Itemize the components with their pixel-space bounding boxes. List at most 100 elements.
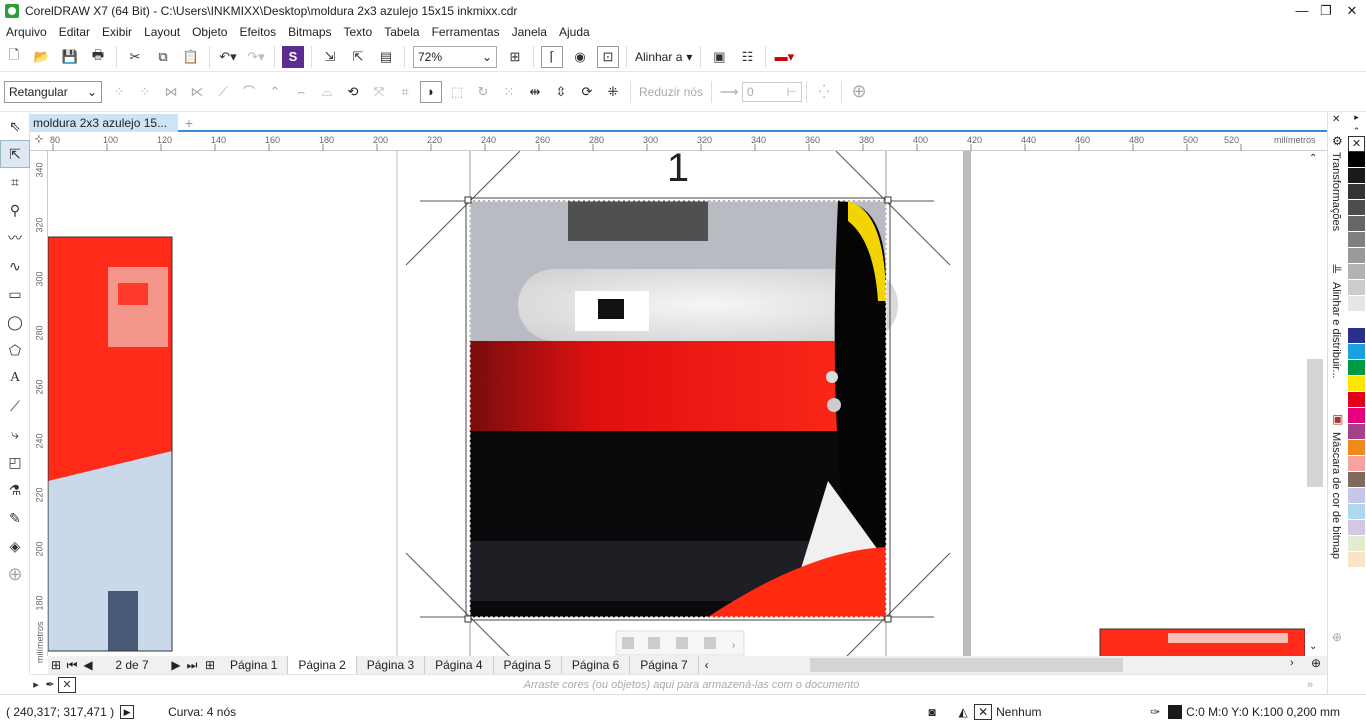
reverse-direction-icon[interactable]: ⟲ bbox=[342, 81, 364, 103]
rectangle-tool-icon[interactable]: ▭ bbox=[0, 280, 30, 308]
copy-icon[interactable]: ⧉ bbox=[152, 46, 174, 68]
page-tab-7[interactable]: Página 7 bbox=[630, 656, 699, 674]
palette-swatch[interactable] bbox=[1348, 376, 1365, 392]
menu-janela[interactable]: Janela bbox=[506, 22, 553, 42]
close-docker-icon[interactable]: ✕ bbox=[1332, 114, 1340, 125]
menu-bitmaps[interactable]: Bitmaps bbox=[282, 22, 337, 42]
navigator-zoom-icon[interactable]: ⊕ bbox=[1305, 656, 1327, 674]
break-curve-icon[interactable]: ⋉ bbox=[186, 81, 208, 103]
symmetrical-node-icon[interactable]: ⌓ bbox=[316, 81, 338, 103]
pick-tool-icon[interactable]: ⇖ bbox=[0, 112, 30, 140]
view-icon[interactable]: ◉ bbox=[569, 46, 591, 68]
extend-curve-icon[interactable]: ⤧ bbox=[368, 81, 390, 103]
palette-swatch[interactable] bbox=[1348, 248, 1365, 264]
first-page-icon[interactable]: ⏮ bbox=[64, 658, 80, 673]
snap-to-dropdown[interactable]: Alinhar a ▾ bbox=[631, 50, 696, 64]
vertical-scroll-thumb[interactable] bbox=[1307, 359, 1323, 487]
palette-swatch[interactable] bbox=[1348, 536, 1365, 552]
palette-swatch[interactable] bbox=[1348, 200, 1365, 216]
welcome-screen-icon[interactable]: ▣ bbox=[708, 46, 730, 68]
palette-swatch[interactable] bbox=[1348, 280, 1365, 296]
palette-swatch[interactable] bbox=[1348, 504, 1365, 520]
page-tab-6[interactable]: Página 6 bbox=[562, 656, 631, 674]
transparency-tool-icon[interactable]: ⚗ bbox=[0, 476, 30, 504]
menu-layout[interactable]: Layout bbox=[138, 22, 186, 42]
palette-swatch[interactable] bbox=[1348, 552, 1365, 568]
to-curve-icon[interactable]: ⌒ bbox=[238, 81, 260, 103]
zoom-level-select[interactable]: 72% ⌄ bbox=[413, 45, 497, 68]
new-document-icon[interactable]: 🗋 bbox=[3, 46, 25, 68]
horizontal-scroll-thumb[interactable] bbox=[810, 658, 1123, 672]
add-tool-icon[interactable]: ⊕ bbox=[0, 560, 30, 588]
page-tab-4[interactable]: Página 4 bbox=[425, 656, 494, 674]
artistic-media-icon[interactable]: ∿ bbox=[0, 252, 30, 280]
interactive-fill-icon[interactable]: ◈ bbox=[0, 532, 30, 560]
drawing-canvas[interactable]: 1 › bbox=[48, 151, 1305, 656]
mirror-vertical-icon[interactable]: ⇳ bbox=[550, 81, 572, 103]
cusp-node-icon[interactable]: ⌃ bbox=[264, 81, 286, 103]
select-all-nodes-icon[interactable]: ⁜ bbox=[602, 81, 624, 103]
to-line-icon[interactable]: ⟋ bbox=[212, 81, 234, 103]
docker-tab-bitmap-color-mask[interactable]: Máscara de cor de bitmap bbox=[1330, 432, 1342, 559]
ruler-origin-icon[interactable]: ⊹ bbox=[30, 134, 48, 151]
page-counter[interactable]: 2 de 7 bbox=[96, 658, 168, 672]
save-icon[interactable]: 💾 bbox=[59, 46, 81, 68]
palette-swatch[interactable] bbox=[1348, 488, 1365, 504]
redo-icon[interactable]: ↷▾ bbox=[245, 46, 267, 68]
reduce-nodes-button[interactable]: Reduzir nós bbox=[635, 85, 707, 99]
palette-swatch[interactable] bbox=[1348, 440, 1365, 456]
snap-to-icon[interactable]: ⊡ bbox=[597, 45, 619, 68]
palette-swatch[interactable] bbox=[1348, 472, 1365, 488]
next-page-icon[interactable]: ▶ bbox=[168, 658, 184, 672]
stretch-nodes-icon[interactable]: ⬚ bbox=[446, 81, 468, 103]
palette-swatch[interactable] bbox=[1348, 232, 1365, 248]
extract-subpath-icon[interactable]: ⌗ bbox=[394, 81, 416, 103]
page-tab-1[interactable]: Página 1 bbox=[220, 656, 289, 674]
docker-tab-transformations[interactable]: Transformações bbox=[1330, 152, 1342, 231]
document-color-tray[interactable]: ▸ ✒ ✕ Arraste cores (ou objetos) aqui pa… bbox=[30, 674, 1327, 694]
menu-editar[interactable]: Editar bbox=[53, 22, 96, 42]
insert-page-before-icon[interactable]: ⊞ bbox=[48, 658, 64, 672]
select-nodes-icon[interactable]: ⁛ bbox=[813, 81, 835, 103]
palette-swatch[interactable] bbox=[1348, 344, 1365, 360]
scroll-up-icon[interactable]: ⌃ bbox=[1309, 153, 1317, 164]
eyedropper-icon[interactable]: ✒ bbox=[42, 678, 58, 691]
open-folder-icon[interactable]: 📂 bbox=[31, 46, 53, 68]
palette-swatch[interactable] bbox=[1348, 264, 1365, 280]
publish-pdf-icon[interactable]: ▤ bbox=[375, 46, 397, 68]
palette-swatch[interactable] bbox=[1348, 296, 1365, 312]
drop-shadow-icon[interactable]: ◰ bbox=[0, 448, 30, 476]
palette-swatch[interactable] bbox=[1348, 184, 1365, 200]
palette-swatch[interactable] bbox=[1348, 328, 1365, 344]
menu-efeitos[interactable]: Efeitos bbox=[233, 22, 282, 42]
zoom-full-page-icon[interactable]: ⊞ bbox=[504, 46, 526, 68]
scroll-right-icon[interactable]: › bbox=[1290, 657, 1294, 669]
palette-swatch[interactable] bbox=[1348, 216, 1365, 232]
vertical-scrollbar[interactable]: ⌃ ⌄ bbox=[1305, 151, 1327, 656]
selection-mode-select[interactable]: Retangular ⌄ bbox=[4, 80, 102, 103]
page-tab-5[interactable]: Página 5 bbox=[494, 656, 562, 674]
paste-icon[interactable]: 📋 bbox=[180, 46, 202, 68]
scroll-down-icon[interactable]: ⌄ bbox=[1309, 641, 1317, 652]
color-proof-icon[interactable]: ◙ bbox=[922, 705, 942, 719]
new-tab-icon[interactable]: + bbox=[180, 114, 198, 132]
connector-tool-icon[interactable]: ⤷ bbox=[0, 420, 30, 448]
menu-objeto[interactable]: Objeto bbox=[186, 22, 233, 42]
menu-ajuda[interactable]: Ajuda bbox=[553, 22, 596, 42]
palette-swatch[interactable] bbox=[1348, 408, 1365, 424]
align-nodes-icon[interactable]: ⁙ bbox=[498, 81, 520, 103]
palette-swatch[interactable] bbox=[1348, 520, 1365, 536]
palette-swatch[interactable]: ✕ bbox=[1348, 136, 1365, 152]
zoom-tool-icon[interactable]: ⚲ bbox=[0, 196, 30, 224]
undo-icon[interactable]: ↶▾ bbox=[217, 46, 239, 68]
horizontal-scrollbar[interactable]: › bbox=[760, 656, 1305, 674]
print-icon[interactable]: 🖶 bbox=[87, 46, 109, 68]
previous-page-icon[interactable]: ◀ bbox=[80, 658, 96, 672]
no-color-swatch-icon[interactable]: ✕ bbox=[58, 676, 76, 693]
freehand-tool-icon[interactable]: 〰 bbox=[0, 224, 30, 252]
palette-swatch[interactable] bbox=[1348, 568, 1365, 584]
smooth-node-icon[interactable]: ⌢ bbox=[290, 81, 312, 103]
curve-smoothness-input[interactable]: 0 ⊢ bbox=[742, 81, 803, 102]
play-icon[interactable]: ▶ bbox=[120, 704, 135, 719]
application-launcher-icon[interactable]: ▬▾ bbox=[773, 46, 795, 68]
